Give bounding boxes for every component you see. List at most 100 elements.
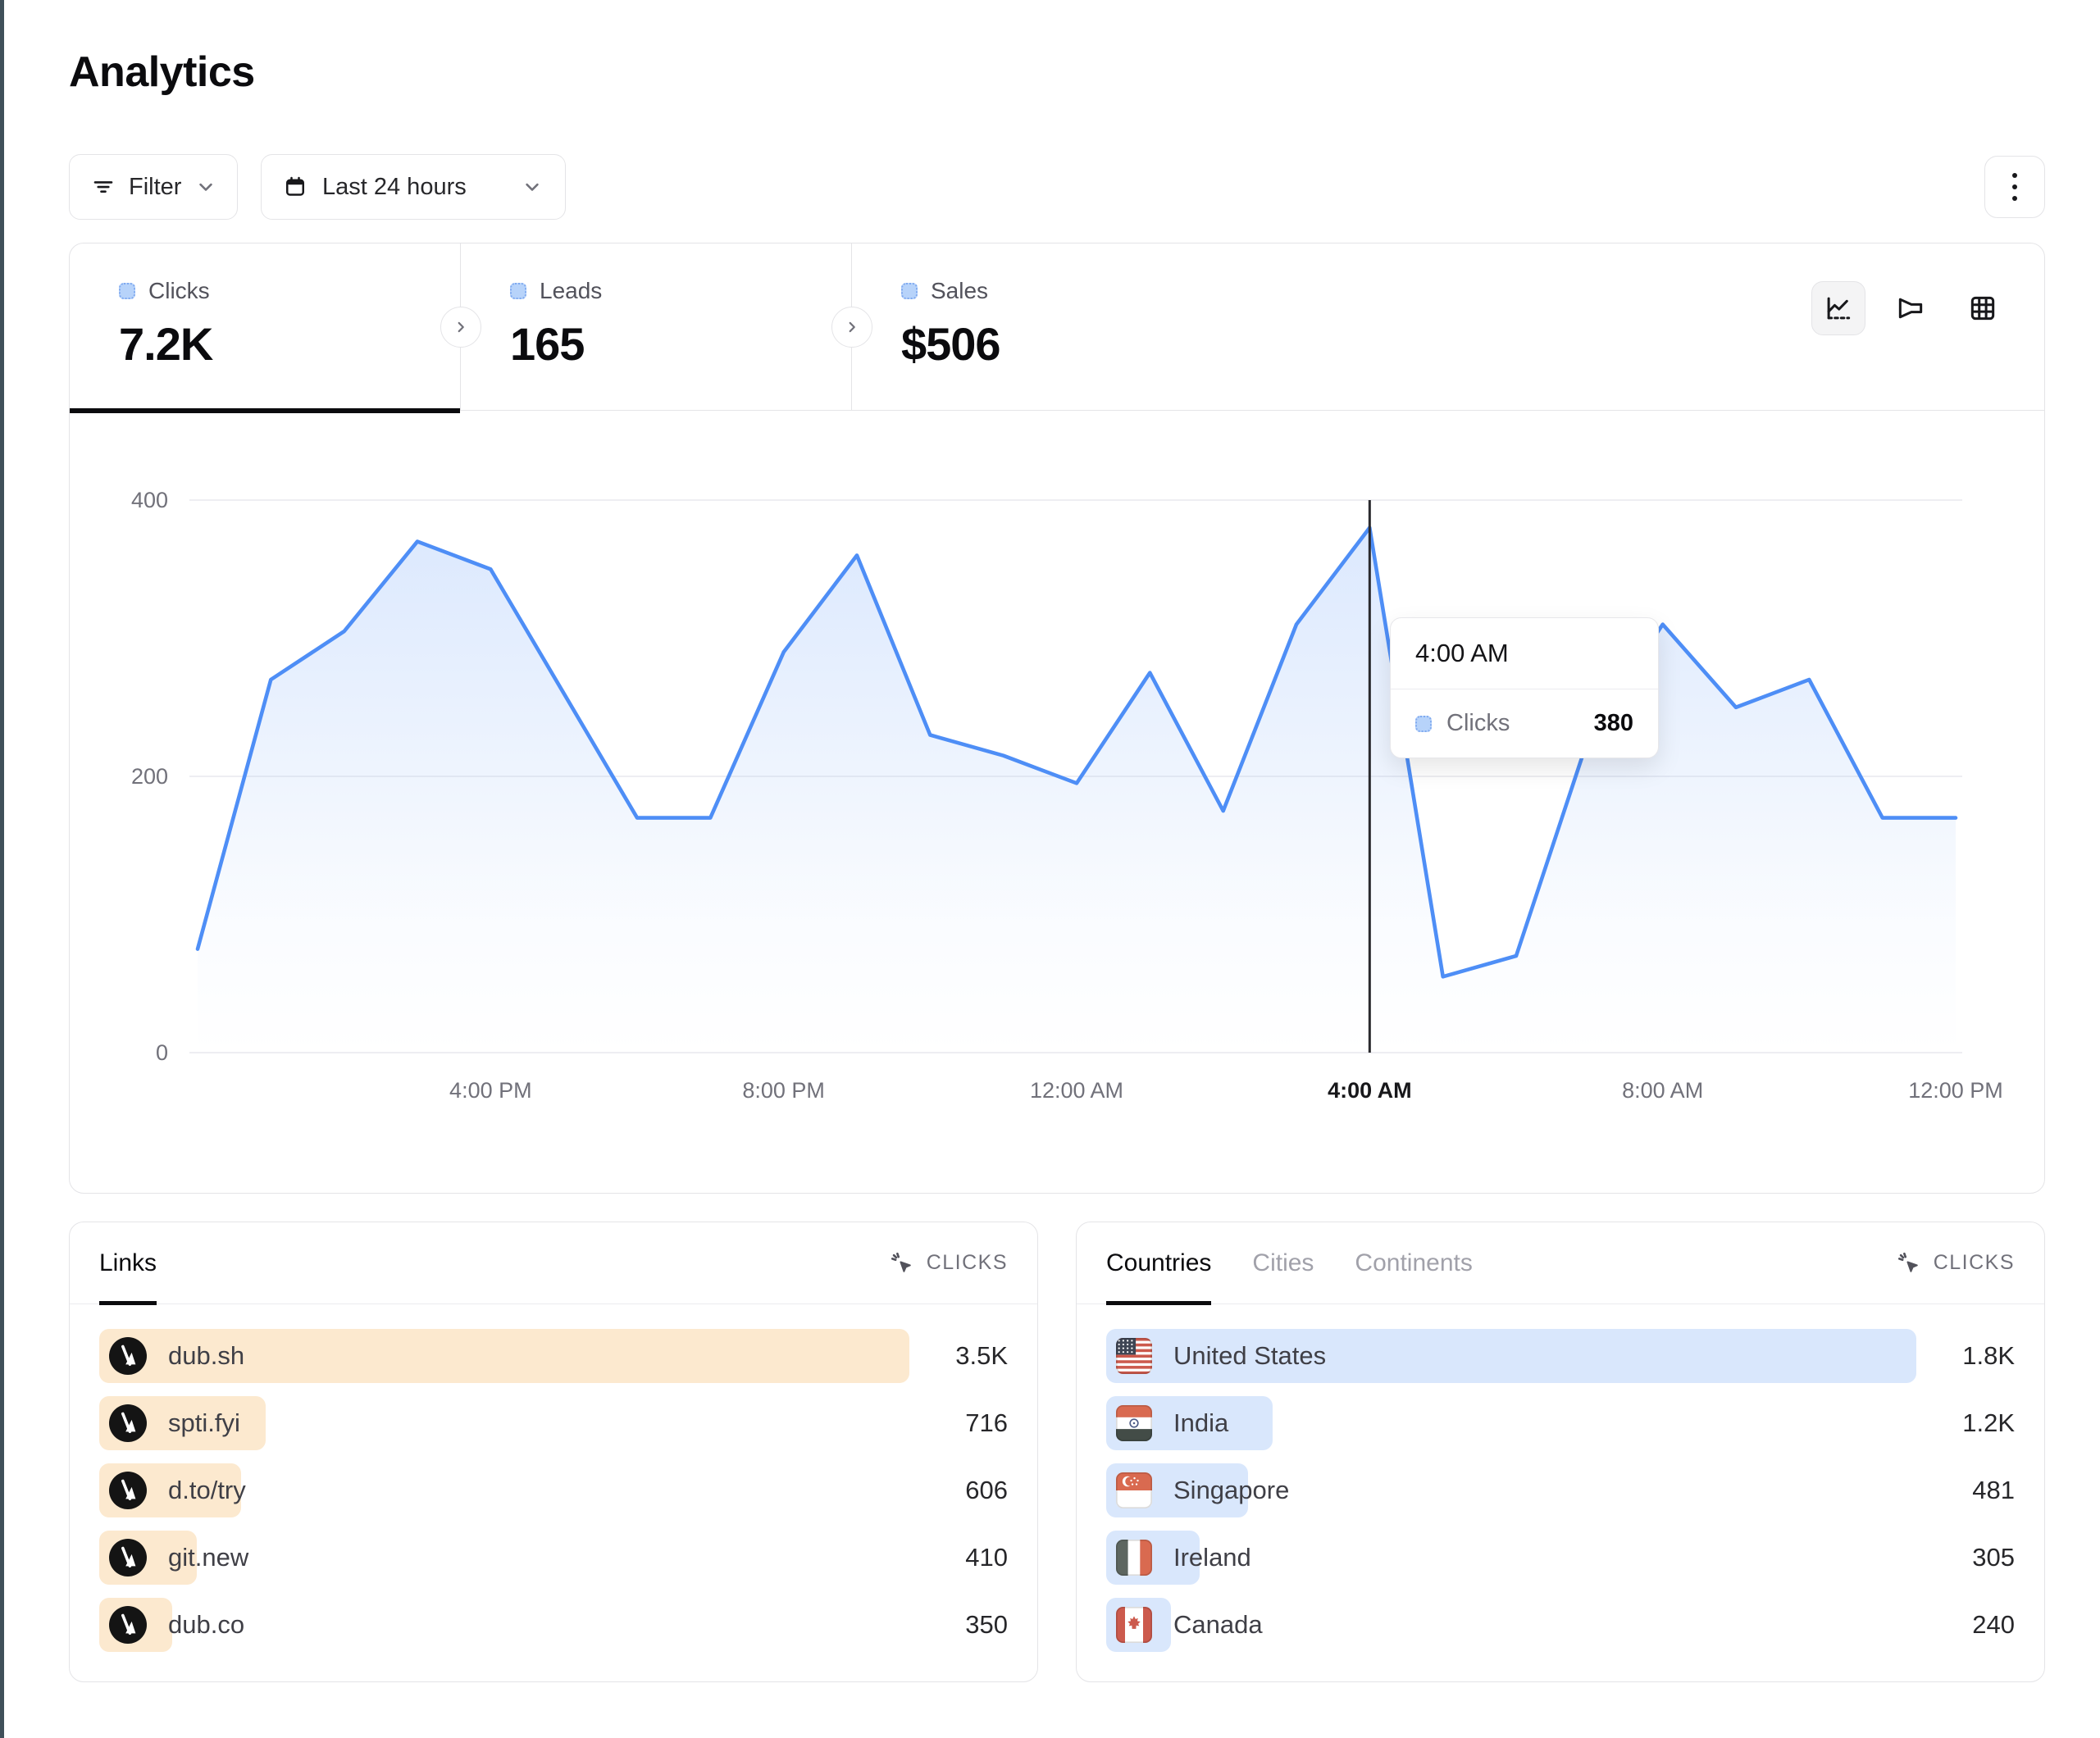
row-value: 3.5K <box>909 1341 1008 1371</box>
countries-panel: Countries Cities Continents CLICKS United … <box>1076 1222 2045 1682</box>
country-row[interactable]: United States 1.8K <box>1106 1329 2015 1383</box>
expand-leads-button[interactable] <box>440 307 481 348</box>
link-row[interactable]: spti.fyi716 <box>99 1396 1008 1450</box>
row-label: d.to/try <box>168 1476 246 1505</box>
dub-logo-icon <box>109 1337 147 1375</box>
kebab-vertical-icon <box>2012 173 2017 178</box>
leads-legend-square-icon <box>510 283 526 299</box>
countries-tabs: Countries Cities Continents <box>1106 1222 1473 1304</box>
dub-logo-icon <box>109 1606 147 1644</box>
flag-in-icon <box>1116 1405 1152 1441</box>
country-row[interactable]: Canada240 <box>1106 1598 2015 1652</box>
countries-metric[interactable]: CLICKS <box>1896 1222 2015 1304</box>
clicks-area-chart[interactable]: 02004004:00 PM8:00 PM12:00 AM4:00 AM8:00… <box>70 411 2044 1191</box>
calendar-icon <box>283 175 307 199</box>
svg-text:8:00 PM: 8:00 PM <box>742 1078 825 1103</box>
row-label: India <box>1173 1408 1228 1438</box>
row-label: dub.sh <box>168 1341 244 1371</box>
links-metric-label: CLICKS <box>927 1251 1008 1275</box>
flag-sg-icon <box>1116 1472 1152 1508</box>
stat-label: Sales <box>931 278 988 304</box>
chevron-down-icon <box>194 175 217 198</box>
tab-continents[interactable]: Continents <box>1355 1222 1472 1304</box>
funnel-icon <box>1895 293 1926 324</box>
cursor-click-icon <box>1896 1250 1922 1276</box>
row-value: 606 <box>909 1476 1008 1505</box>
tooltip-series-label: Clicks <box>1446 710 1510 737</box>
expand-sales-button[interactable] <box>831 307 872 348</box>
row-value: 1.8K <box>1916 1341 2015 1371</box>
dub-logo-icon <box>109 1472 147 1509</box>
link-row[interactable]: git.new 410 <box>99 1531 1008 1585</box>
tooltip-value: 380 <box>1594 710 1633 737</box>
chart-tooltip: 4:00 AM Clicks 380 <box>1390 617 1659 758</box>
row-label: Ireland <box>1173 1543 1251 1572</box>
filter-button-label: Filter <box>129 174 181 201</box>
row-value: 350 <box>909 1610 1008 1640</box>
flag-ca-icon <box>1116 1607 1152 1643</box>
country-row[interactable]: Singapore 481 <box>1106 1463 2015 1517</box>
svg-text:4:00 PM: 4:00 PM <box>449 1078 532 1103</box>
stat-tab-leads[interactable]: Leads 165 <box>461 243 851 410</box>
page-title: Analytics <box>69 48 255 97</box>
stat-value: 7.2K <box>119 317 460 371</box>
flag-us-icon <box>1116 1338 1152 1374</box>
stat-value: 165 <box>510 317 851 371</box>
sales-legend-square-icon <box>901 283 918 299</box>
links-panel-header: Links CLICKS <box>70 1222 1037 1304</box>
svg-text:400: 400 <box>131 488 168 512</box>
svg-text:12:00 AM: 12:00 AM <box>1030 1078 1123 1103</box>
countries-panel-header: Countries Cities Continents CLICKS <box>1077 1222 2044 1304</box>
row-value: 716 <box>909 1408 1008 1438</box>
line-chart-view-button[interactable] <box>1811 281 1865 335</box>
stat-label: Leads <box>540 278 602 304</box>
row-value: 1.2K <box>1916 1408 2015 1438</box>
tab-countries[interactable]: Countries <box>1106 1222 1211 1304</box>
svg-text:200: 200 <box>131 764 168 789</box>
row-value: 481 <box>1916 1476 2015 1505</box>
filter-lines-icon <box>91 175 116 199</box>
window-edge-strip <box>0 0 4 1738</box>
stat-label: Clicks <box>148 278 210 304</box>
date-range-button[interactable]: Last 24 hours <box>261 154 566 220</box>
stat-tab-sales[interactable]: Sales $506 <box>852 243 1242 410</box>
chevron-right-icon <box>452 318 470 336</box>
svg-text:12:00 PM: 12:00 PM <box>1908 1078 2003 1103</box>
link-row[interactable]: d.to/try 606 <box>99 1463 1008 1517</box>
row-value: 410 <box>909 1543 1008 1572</box>
chart-view-switcher <box>1811 281 2010 335</box>
link-row[interactable]: dub.sh 3.5K <box>99 1329 1008 1383</box>
filter-button[interactable]: Filter <box>69 154 238 220</box>
row-label: United States <box>1173 1341 1326 1371</box>
line-chart-icon <box>1823 293 1854 324</box>
links-list: dub.sh 3.5K spti.fyi716 d.to/try 606 git.new 4… <box>70 1304 1037 1652</box>
country-row[interactable]: India 1.2K <box>1106 1396 2015 1450</box>
row-label: git.new <box>168 1543 248 1572</box>
row-label: Canada <box>1173 1610 1263 1640</box>
stats-row: Clicks 7.2K Leads 165 Sales <box>70 243 2044 411</box>
stat-value: $506 <box>901 317 1242 371</box>
countries-list: United States 1.8K India 1.2K Singapore 481 Ir… <box>1077 1304 2044 1652</box>
link-row[interactable]: dub.co350 <box>99 1598 1008 1652</box>
row-label: Singapore <box>1173 1476 1289 1505</box>
chevron-down-icon <box>521 175 544 198</box>
row-value: 305 <box>1916 1543 2015 1572</box>
table-view-button[interactable] <box>1956 281 2010 335</box>
countries-metric-label: CLICKS <box>1934 1251 2015 1275</box>
links-panel: Links CLICKS dub.sh 3.5K spti.fyi716 d.to/t… <box>69 1222 1038 1682</box>
dub-logo-icon <box>109 1404 147 1442</box>
tooltip-time: 4:00 AM <box>1391 618 1658 689</box>
date-range-label: Last 24 hours <box>322 174 467 201</box>
flag-ie-icon <box>1116 1540 1152 1576</box>
links-metric[interactable]: CLICKS <box>889 1222 1008 1304</box>
clicks-legend-square-icon <box>119 283 135 299</box>
tab-links[interactable]: Links <box>99 1222 157 1304</box>
funnel-view-button[interactable] <box>1884 281 1938 335</box>
tab-cities[interactable]: Cities <box>1252 1222 1314 1304</box>
grid-table-icon <box>1967 293 1998 324</box>
chart-canvas[interactable]: 02004004:00 PM8:00 PM12:00 AM4:00 AM8:00… <box>70 411 2046 1191</box>
more-options-button[interactable] <box>1984 156 2045 218</box>
analytics-card: Clicks 7.2K Leads 165 Sales <box>69 243 2045 1194</box>
stat-tab-clicks[interactable]: Clicks 7.2K <box>70 243 460 410</box>
country-row[interactable]: Ireland 305 <box>1106 1531 2015 1585</box>
